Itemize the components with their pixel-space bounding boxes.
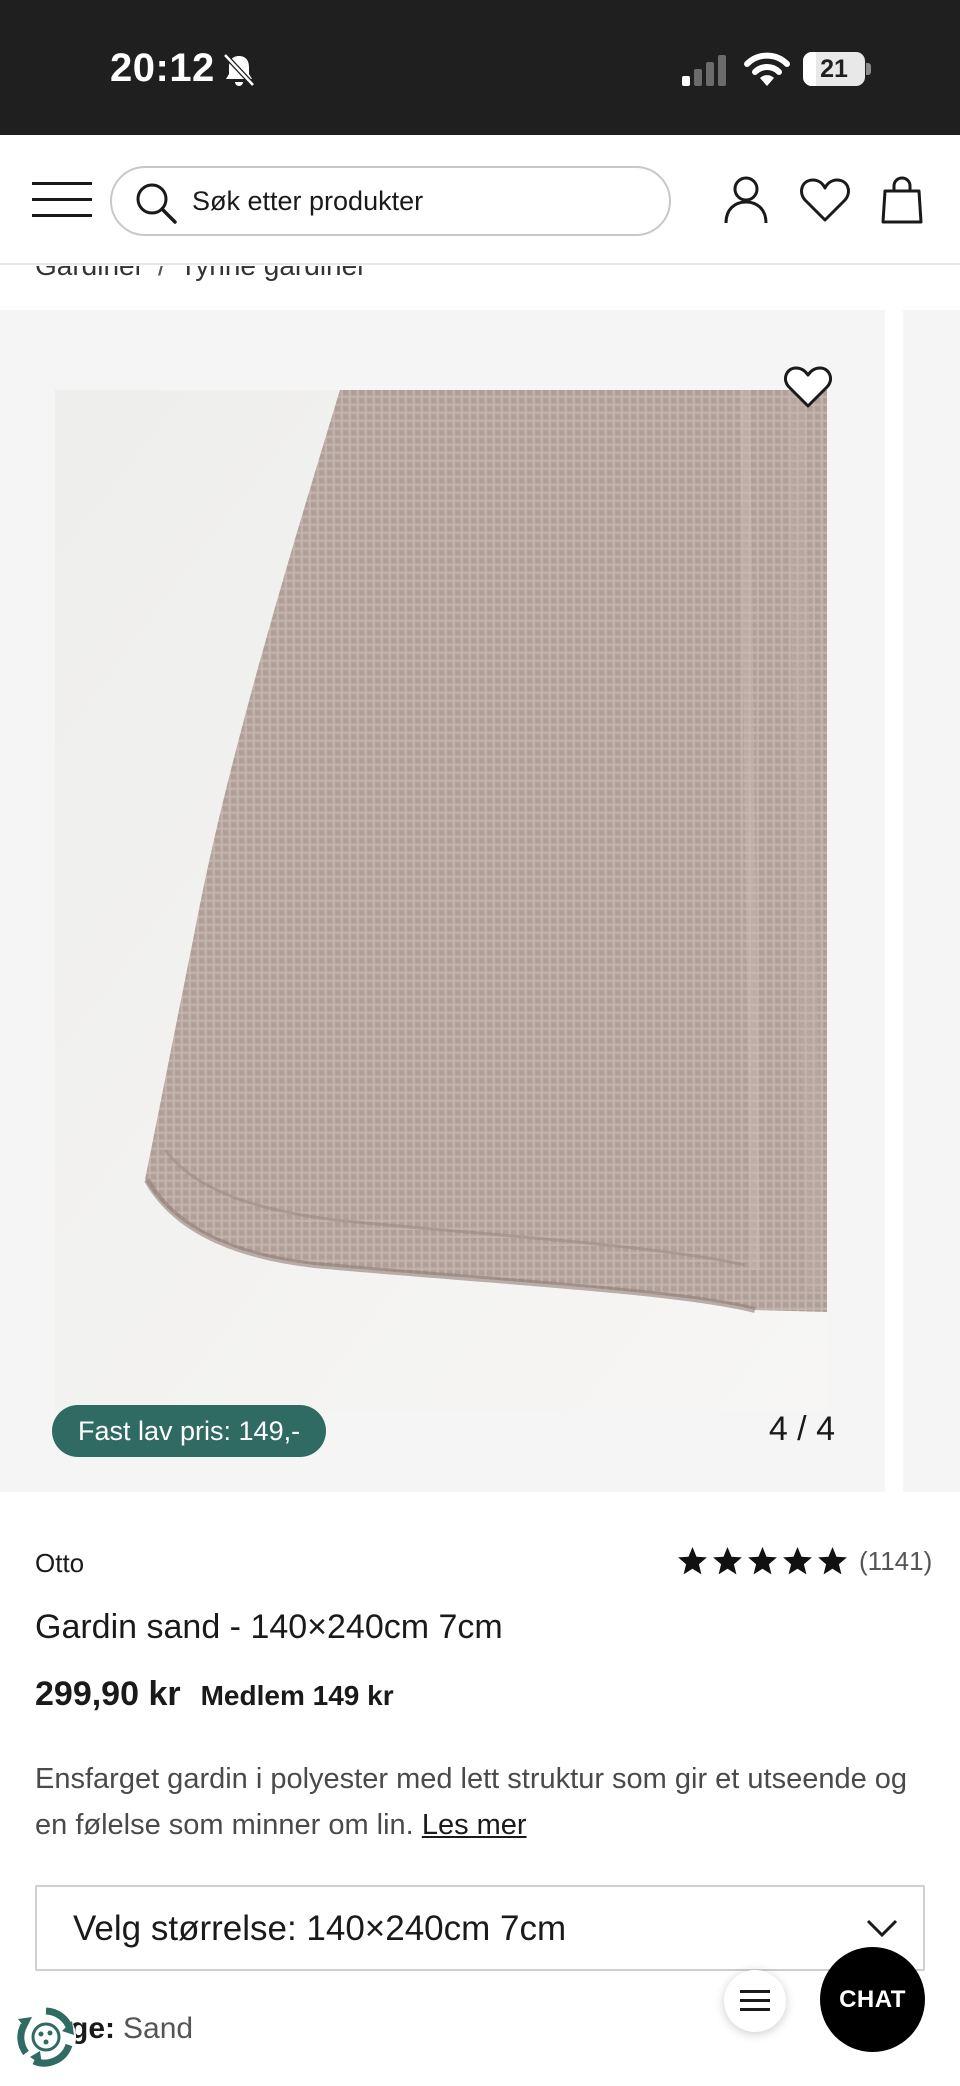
product-image[interactable] bbox=[55, 390, 827, 1412]
floating-menu-button[interactable] bbox=[724, 1970, 786, 2032]
wishlist-icon[interactable] bbox=[799, 177, 851, 223]
member-price: Medlem 149 kr bbox=[200, 1680, 394, 1711]
chat-button[interactable]: CHAT bbox=[820, 1947, 925, 2052]
search-icon bbox=[136, 183, 177, 224]
image-counter: 4 / 4 bbox=[768, 1410, 835, 1448]
product-price: 299,90 kr bbox=[35, 1675, 181, 1713]
price-row: 299,90 kr Medlem 149 kr bbox=[35, 1675, 394, 1714]
price-badge: Fast lav pris: 149,- bbox=[52, 1405, 327, 1457]
search-input[interactable] bbox=[192, 168, 652, 234]
signal-icon bbox=[682, 55, 726, 86]
status-time: 20:12 bbox=[110, 46, 215, 90]
recycle-icon[interactable] bbox=[14, 2005, 78, 2069]
status-bar: 20:12 21 bbox=[0, 0, 960, 135]
color-row: ge: Sand bbox=[70, 2012, 193, 2046]
site-header bbox=[0, 135, 960, 265]
star-icon bbox=[713, 1547, 742, 1575]
battery-icon: 21 bbox=[803, 52, 871, 86]
star-icon bbox=[818, 1547, 847, 1575]
size-select[interactable]: Velg størrelse: 140×240cm 7cm bbox=[35, 1885, 925, 1971]
search-bar[interactable] bbox=[110, 166, 671, 236]
gallery-next-image-peek[interactable] bbox=[903, 310, 960, 1492]
star-icon bbox=[783, 1547, 812, 1575]
battery-level: 21 bbox=[820, 55, 848, 83]
heart-icon[interactable] bbox=[783, 365, 833, 409]
product-description: Ensfarget gardin i polyester med lett st… bbox=[35, 1756, 915, 1848]
chevron-down-icon bbox=[866, 1919, 898, 1938]
size-select-label: Velg størrelse: 140×240cm 7cm bbox=[73, 1909, 567, 1948]
account-icon[interactable] bbox=[722, 175, 770, 225]
bag-icon[interactable] bbox=[880, 175, 924, 225]
color-value: Sand bbox=[123, 2012, 194, 2045]
product-brand[interactable]: Otto bbox=[35, 1548, 84, 1579]
rating-stars bbox=[676, 1545, 849, 1577]
review-count: (1141) bbox=[859, 1545, 933, 1576]
star-icon bbox=[678, 1547, 707, 1575]
product-rating[interactable]: (1141) bbox=[676, 1543, 932, 1579]
read-more-link[interactable]: Les mer bbox=[422, 1809, 527, 1841]
menu-lines-icon bbox=[740, 1990, 770, 2011]
product-title: Gardin sand - 140×240cm 7cm bbox=[35, 1608, 503, 1646]
product-gallery[interactable]: Fast lav pris: 149,- 4 / 4 bbox=[0, 310, 885, 1492]
wifi-icon bbox=[744, 52, 790, 86]
menu-icon[interactable] bbox=[32, 180, 92, 220]
star-icon bbox=[748, 1547, 777, 1575]
bell-slash-icon bbox=[223, 53, 255, 87]
